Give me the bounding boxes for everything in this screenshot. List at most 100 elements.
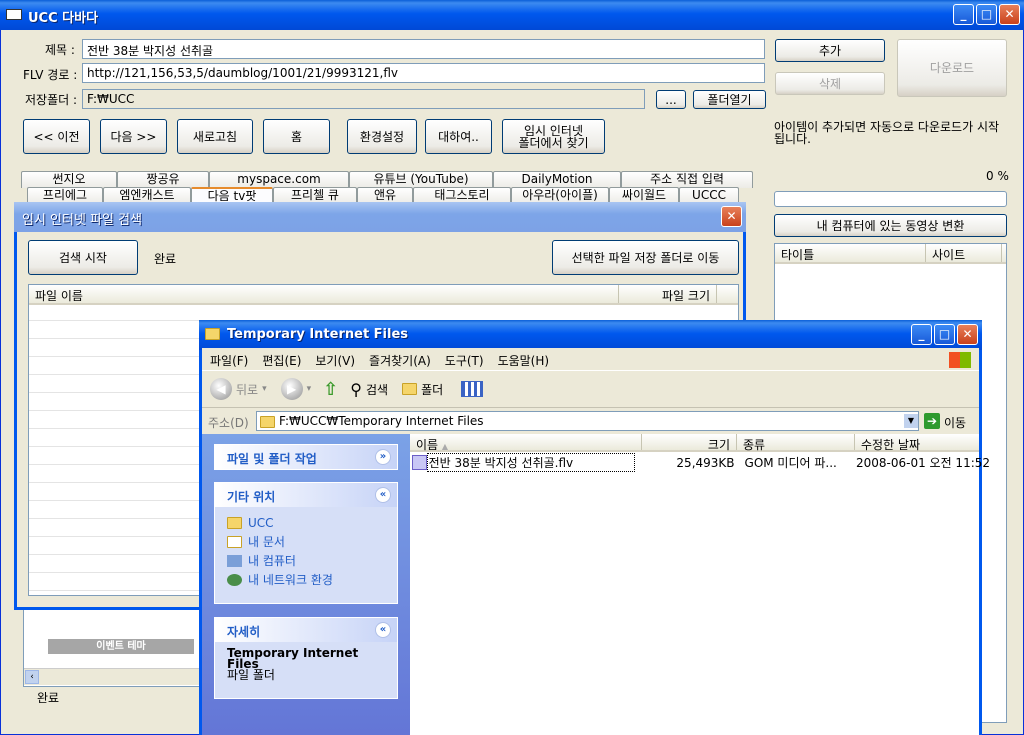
col-date[interactable]: 수정한 날짜 — [855, 434, 979, 452]
search-icon[interactable]: ⚲ — [350, 380, 362, 399]
event-theme-banner[interactable]: 이벤트 테마 — [48, 639, 194, 654]
place-ucc[interactable]: UCC — [248, 516, 274, 530]
minimize-button[interactable]: _ — [953, 4, 974, 25]
file-list[interactable]: 이름 ▲ 크기 종류 수정한 날짜 전반 38분 박지성 선취골.flv 25,… — [410, 434, 990, 735]
menu-view[interactable]: 보기(V) — [315, 352, 355, 368]
move-to-save-folder-button[interactable]: 선택한 파일 저장 폴더로 이동 — [552, 240, 739, 275]
refresh-button[interactable]: 새로고침 — [177, 119, 253, 154]
temp-internet-search-button[interactable]: 임시 인터넷 폴더에서 찾기 — [502, 119, 605, 154]
up-folder-icon[interactable]: ⇧ — [323, 379, 338, 400]
search-start-button[interactable]: 검색 시작 — [28, 240, 138, 275]
explorer-minimize-button[interactable]: _ — [911, 324, 932, 345]
other-places-title: 기타 위치 — [227, 490, 276, 504]
app-flag-icon — [6, 9, 22, 20]
explorer-menu-bar: 파일(F) 편집(E) 보기(V) 즐겨찾기(A) 도구(T) 도움말(H) — [202, 348, 979, 370]
maximize-button[interactable]: □ — [976, 4, 997, 25]
col-size[interactable]: 크기 — [642, 434, 737, 452]
back-label[interactable]: 뒤로 — [236, 381, 258, 398]
settings-button[interactable]: 환경설정 — [347, 119, 417, 154]
place-my-documents[interactable]: 내 문서 — [248, 533, 285, 550]
prev-button[interactable]: << 이전 — [23, 119, 90, 154]
go-label[interactable]: 이동 — [944, 414, 966, 431]
open-folder-button[interactable]: 폴더열기 — [693, 90, 766, 109]
convert-button[interactable]: 내 컴퓨터에 있는 동영상 변환 — [774, 214, 1007, 237]
back-arrow-icon[interactable]: ◀ — [210, 378, 232, 400]
dialog-close-button[interactable]: ✕ — [721, 206, 742, 227]
add-button[interactable]: 추가 — [775, 39, 885, 62]
folders-icon[interactable] — [402, 383, 418, 395]
info-text: 아이템이 추가되면 자동으로 다운로드가 시작됩니다. — [774, 120, 1000, 146]
file-name[interactable]: 전반 38분 박지성 선취골.flv — [426, 453, 635, 472]
dialog-title-bar[interactable]: 임시 인터넷 파일 검색 ✕ — [14, 202, 746, 232]
browse-button[interactable]: ... — [656, 90, 686, 109]
save-folder-label: 저장폴더 : — [25, 93, 78, 107]
next-button[interactable]: 다음 >> — [100, 119, 167, 154]
tab-myspace[interactable]: myspace.com — [209, 171, 349, 188]
col-site[interactable]: 사이트 — [926, 244, 1002, 262]
menu-favorites[interactable]: 즐겨찾기(A) — [369, 352, 431, 368]
flv-label: FLV 경로 : — [23, 68, 78, 82]
other-places-header[interactable]: 기타 위치 « — [215, 483, 397, 507]
address-input[interactable]: F:₩UCC₩Temporary Internet Files — [256, 411, 919, 431]
details-header[interactable]: 자세히 « — [215, 618, 397, 642]
tab-jjang[interactable]: 짱공유 — [117, 171, 209, 188]
close-button[interactable]: ✕ — [999, 4, 1020, 25]
back-dropdown-icon[interactable]: ▾ — [262, 384, 267, 394]
explorer-close-button[interactable]: ✕ — [957, 324, 978, 345]
search-status: 완료 — [154, 252, 177, 266]
flv-input[interactable]: http://121,156,53,5/daumblog/1001/21/999… — [82, 63, 765, 83]
tab-youtube[interactable]: 유튜브 (YouTube) — [349, 171, 493, 188]
explorer-maximize-button[interactable]: □ — [934, 324, 955, 345]
save-folder-input[interactable]: F:₩UCC — [82, 89, 645, 109]
about-button[interactable]: 대하여.. — [425, 119, 492, 154]
task-pane: 파일 및 폴더 작업 » 기타 위치 « UCC 내 문서 내 컴퓨터 내 네트워크… — [202, 434, 410, 735]
main-title-bar[interactable]: UCC 다바다 _ □ ✕ — [0, 0, 1024, 30]
menu-tools[interactable]: 도구(T) — [445, 352, 484, 368]
tab-sunjio[interactable]: 썬지오 — [21, 171, 117, 188]
progress-text: 0 % — [986, 169, 1009, 183]
file-type: GOM 미디어 파... — [744, 456, 837, 470]
menu-help[interactable]: 도움말(H) — [498, 352, 550, 368]
collapse-chevron-icon[interactable]: « — [375, 487, 391, 503]
forward-dropdown-icon[interactable]: ▾ — [307, 384, 312, 394]
file-row[interactable]: 전반 38분 박지성 선취골.flv 25,493KB GOM 미디어 파...… — [412, 453, 990, 472]
details-title: 자세히 — [227, 625, 261, 639]
file-folder-tasks-header[interactable]: 파일 및 폴더 작업 » — [215, 445, 397, 469]
browser-hscrollbar[interactable]: ‹ — [24, 668, 200, 685]
views-icon[interactable] — [461, 381, 484, 397]
home-button[interactable]: 홈 — [263, 119, 330, 154]
details-chevron-icon[interactable]: « — [375, 622, 391, 638]
tab-direct-url[interactable]: 주소 직접 입력 — [621, 171, 753, 188]
file-size: 25,493KB — [676, 455, 735, 470]
explorer-window: Temporary Internet Files _ □ ✕ 파일(F) 편집(… — [199, 320, 990, 735]
expand-chevron-icon[interactable]: » — [375, 449, 391, 465]
address-folder-icon — [260, 416, 275, 428]
title-input[interactable]: 전반 38분 박지성 선취골 — [82, 39, 765, 59]
folders-label[interactable]: 폴더 — [421, 381, 443, 398]
col-file-name[interactable]: 파일 이름 — [29, 285, 619, 303]
other-places-panel: 기타 위치 « UCC 내 문서 내 컴퓨터 내 네트워크 환경 — [214, 482, 398, 604]
download-button[interactable]: 다운로드 — [897, 39, 1007, 97]
delete-button[interactable]: 삭제 — [775, 72, 885, 95]
place-network[interactable]: 내 네트워크 환경 — [248, 571, 333, 588]
menu-edit[interactable]: 편집(E) — [262, 352, 301, 368]
col-name[interactable]: 이름 ▲ — [410, 434, 642, 452]
search-label[interactable]: 검색 — [366, 381, 388, 398]
scroll-left-arrow-icon[interactable]: ‹ — [25, 670, 39, 684]
menu-file[interactable]: 파일(F) — [210, 352, 248, 368]
address-dropdown-icon[interactable]: ▼ — [904, 414, 918, 428]
my-computer-icon — [227, 554, 242, 567]
place-my-computer[interactable]: 내 컴퓨터 — [248, 552, 296, 569]
browser-pane[interactable]: 이벤트 테마 ‹ — [23, 607, 201, 687]
flv-file-icon — [412, 455, 427, 470]
tab-dailymotion[interactable]: DailyMotion — [493, 171, 621, 188]
col-type[interactable]: 종류 — [737, 434, 855, 452]
explorer-title: Temporary Internet Files — [227, 327, 409, 342]
title-label: 제목 : — [45, 43, 75, 57]
go-arrow-icon[interactable]: ➔ — [924, 413, 940, 429]
search-list-header: 파일 이름 파일 크기 — [29, 285, 738, 305]
col-title[interactable]: 타이틀 — [775, 244, 926, 262]
forward-arrow-icon[interactable]: ▶ — [280, 378, 303, 400]
explorer-title-bar[interactable]: Temporary Internet Files _ □ ✕ — [199, 320, 982, 350]
col-file-size[interactable]: 파일 크기 — [619, 285, 717, 303]
